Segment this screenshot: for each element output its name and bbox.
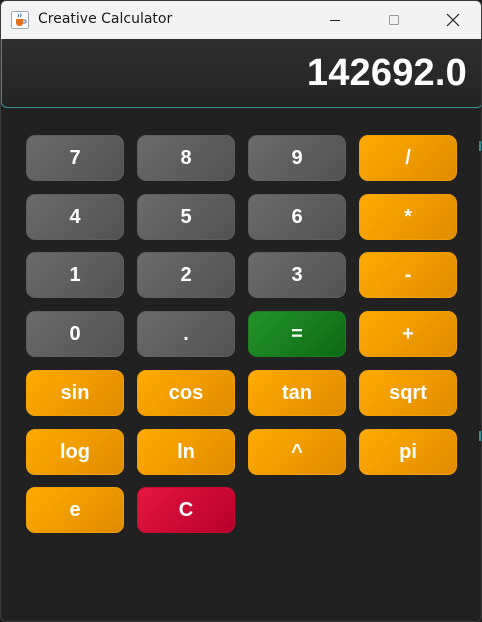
minimize-button[interactable]	[306, 1, 364, 39]
key-log[interactable]: log	[26, 429, 124, 475]
key-0[interactable]: 0	[26, 311, 124, 357]
key-9[interactable]: 9	[248, 135, 346, 181]
result-display: 142692.0	[1, 39, 481, 108]
key-multiply[interactable]: *	[359, 194, 457, 240]
key-subtract[interactable]: -	[359, 252, 457, 298]
maximize-button[interactable]	[365, 1, 423, 39]
window-title: Creative Calculator	[38, 11, 173, 27]
key-3[interactable]: 3	[248, 252, 346, 298]
title-bar[interactable]: Creative Calculator	[1, 1, 481, 40]
close-button[interactable]	[424, 1, 481, 39]
key-sqrt[interactable]: sqrt	[359, 370, 457, 416]
calculator-window: Creative Calculator 142692.0 7 8 9 / 4 5	[0, 0, 482, 622]
key-decimal[interactable]: .	[137, 311, 235, 357]
key-divide[interactable]: /	[359, 135, 457, 181]
key-8[interactable]: 8	[137, 135, 235, 181]
display-value: 142692.0	[306, 52, 467, 94]
key-sin[interactable]: sin	[26, 370, 124, 416]
window-edge-marker	[479, 431, 481, 441]
key-equals[interactable]: =	[248, 311, 346, 357]
key-e[interactable]: e	[26, 487, 124, 533]
key-power[interactable]: ^	[248, 429, 346, 475]
close-icon	[446, 13, 460, 27]
key-5[interactable]: 5	[137, 194, 235, 240]
java-cup-icon	[11, 11, 29, 29]
key-6[interactable]: 6	[248, 194, 346, 240]
key-add[interactable]: +	[359, 311, 457, 357]
maximize-icon	[389, 15, 399, 25]
key-1[interactable]: 1	[26, 252, 124, 298]
minimize-icon	[330, 20, 340, 21]
key-clear[interactable]: C	[137, 487, 235, 533]
key-2[interactable]: 2	[137, 252, 235, 298]
key-4[interactable]: 4	[26, 194, 124, 240]
keypad: 7 8 9 / 4 5 6 * 1 2 3 - 0 . = + sin cos …	[26, 135, 460, 535]
key-ln[interactable]: ln	[137, 429, 235, 475]
key-pi[interactable]: pi	[359, 429, 457, 475]
key-7[interactable]: 7	[26, 135, 124, 181]
window-edge-marker	[479, 141, 481, 151]
key-cos[interactable]: cos	[137, 370, 235, 416]
key-tan[interactable]: tan	[248, 370, 346, 416]
